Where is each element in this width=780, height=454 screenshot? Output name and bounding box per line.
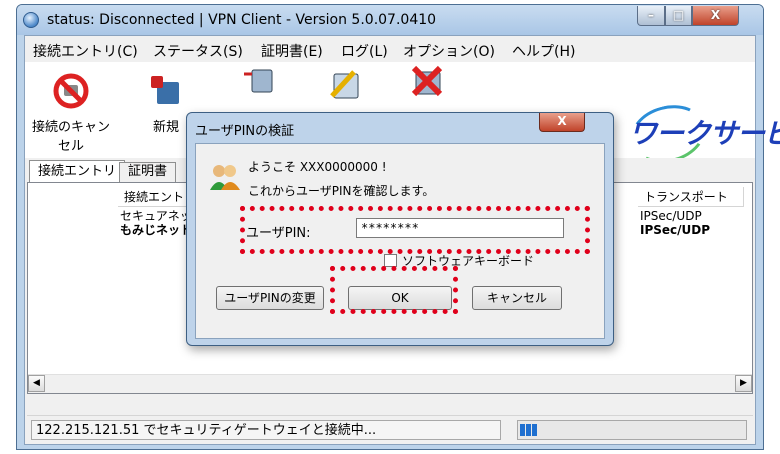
cancel-connection-button[interactable]: 接続のキャンセル (29, 72, 113, 154)
maximize-button[interactable]: □ (665, 6, 692, 26)
edit-entry-icon (326, 66, 364, 104)
ok-button-highlight (330, 266, 458, 314)
confirm-message: これからユーザPINを確認します。 (248, 184, 435, 198)
menu-bar: 接続エントリ(C) ステータス(S) 証明書(E) ログ(L) オプション(O)… (25, 36, 755, 62)
dialog-title: ユーザPINの検証 (195, 124, 295, 139)
scroll-right-arrow-icon[interactable]: ▶ (735, 375, 752, 392)
progress-fill (520, 424, 538, 436)
change-pin-button[interactable]: ユーザPINの変更 (216, 286, 324, 310)
menu-log[interactable]: ログ(L) (341, 41, 388, 61)
close-button[interactable]: X (692, 6, 739, 26)
welcome-text: ようこそ XXX0000000 ! (248, 160, 387, 174)
menu-status[interactable]: ステータス(S) (153, 41, 243, 61)
connection-progress-bar (517, 420, 747, 440)
scroll-left-arrow-icon[interactable]: ◀ (28, 375, 45, 392)
edit-entry-button[interactable] (325, 66, 365, 110)
cancel-connection-icon (52, 72, 90, 110)
users-icon (208, 162, 242, 192)
import-icon (240, 64, 278, 102)
menu-connection-entry[interactable]: 接続エントリ(C) (33, 41, 138, 61)
dialog-close-button[interactable]: X (539, 113, 585, 132)
horizontal-scrollbar[interactable]: ◀ ▶ (28, 374, 752, 393)
brand-logo-text: ワークサービス (629, 117, 780, 150)
vpn-app-icon (23, 12, 39, 28)
delete-entry-icon (408, 62, 446, 100)
status-bar: 122.215.121.51 でセキュリティゲートウェイと接続中... (27, 415, 753, 442)
new-entry-icon (147, 72, 185, 110)
delete-entry-button[interactable] (407, 62, 447, 106)
table-cell-transport: IPSec/UDP (640, 223, 711, 237)
new-entry-label: 新規 (152, 120, 179, 135)
tab-certificates[interactable]: 証明書 (119, 162, 177, 182)
import-button[interactable] (239, 64, 279, 108)
minimize-button[interactable]: – (637, 6, 665, 26)
pin-field-highlight (240, 206, 590, 254)
status-message: 122.215.121.51 でセキュリティゲートウェイと接続中... (31, 420, 501, 440)
column-header-transport[interactable]: トランスポート (638, 187, 744, 207)
menu-certificate[interactable]: 証明書(E) (261, 41, 323, 61)
title-bar: status: Disconnected | VPN Client - Vers… (17, 5, 763, 35)
menu-help[interactable]: ヘルプ(H) (512, 41, 575, 61)
cancel-button[interactable]: キャンセル (472, 286, 562, 310)
table-cell-transport: IPSec/UDP (640, 209, 702, 223)
cancel-connection-label: 接続のキャンセル (31, 120, 110, 154)
new-entry-button[interactable]: 新規 (141, 72, 191, 135)
table-cell-entry[interactable]: もみじネット (120, 223, 192, 237)
menu-options[interactable]: オプション(O) (403, 41, 495, 61)
tab-connection-entries[interactable]: 接続エントリ (29, 160, 126, 182)
window-title: status: Disconnected | VPN Client - Vers… (47, 12, 437, 28)
